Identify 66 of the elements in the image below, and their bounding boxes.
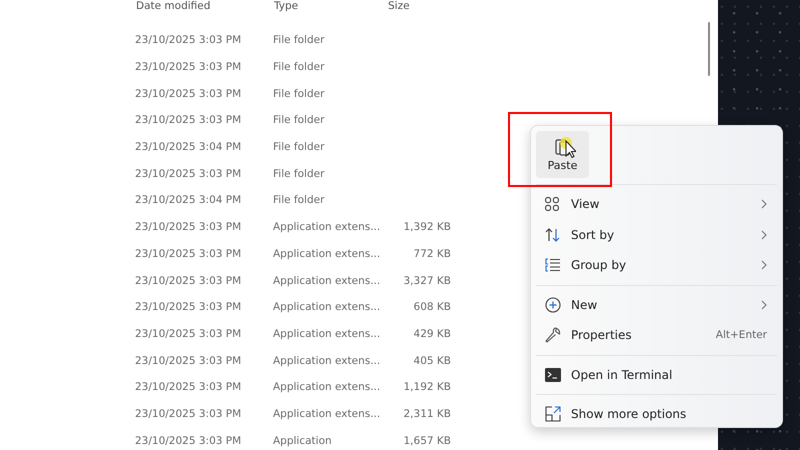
- grid-icon: [545, 197, 559, 212]
- paste-button[interactable]: Paste: [536, 131, 589, 178]
- chevron-right-icon: [761, 199, 767, 210]
- date-cell: 23/10/2025 3:03 PM: [135, 381, 242, 394]
- shortcut-text: Alt+Enter: [716, 329, 767, 342]
- type-cell: File folder: [273, 88, 324, 100]
- date-cell: 23/10/2025 3:03 PM: [135, 168, 242, 180]
- date-cell: 23/10/2025 3:03 PM: [135, 61, 242, 74]
- size-cell: 405 KB: [414, 354, 451, 367]
- menu-item[interactable]: Open in Terminal: [536, 360, 777, 390]
- date-cell: 23/10/2025 3:03 PM: [135, 301, 242, 314]
- size-cell: 608 KB: [414, 301, 451, 314]
- type-cell: Application extens...: [273, 301, 380, 314]
- column-header[interactable]: Size: [388, 0, 410, 13]
- date-cell: 23/10/2025 3:03 PM: [135, 274, 242, 287]
- type-cell: Application: [273, 434, 332, 447]
- date-cell: 23/10/2025 3:03 PM: [135, 248, 242, 260]
- type-cell: Application extens...: [273, 408, 380, 420]
- size-cell: 1,192 KB: [404, 381, 451, 394]
- list-icon: [545, 258, 560, 272]
- type-cell: File folder: [273, 194, 324, 206]
- type-cell: Application extens...: [273, 221, 380, 234]
- date-cell: 23/10/2025 3:03 PM: [135, 328, 242, 340]
- plus-circle-icon: [545, 296, 561, 313]
- date-cell: 23/10/2025 3:04 PM: [135, 141, 242, 154]
- date-cell: 23/10/2025 3:04 PM: [135, 194, 242, 206]
- size-cell: 772 KB: [414, 248, 451, 260]
- chevron-right-icon: [761, 300, 767, 310]
- size-cell: 1,392 KB: [404, 221, 451, 234]
- mouse-pointer-icon: [560, 136, 576, 160]
- column-header[interactable]: Type: [274, 0, 298, 13]
- type-cell: Application extens...: [273, 274, 380, 287]
- date-cell: 23/10/2025 3:03 PM: [135, 354, 242, 367]
- menu-item[interactable]: Sort by: [536, 220, 777, 250]
- type-cell: Application extens...: [273, 381, 380, 394]
- type-cell: File folder: [273, 34, 324, 46]
- type-cell: Application extens...: [273, 328, 380, 340]
- chevron-right-icon: [761, 230, 767, 240]
- date-cell: 23/10/2025 3:03 PM: [135, 221, 242, 234]
- scrollbar-thumb[interactable]: [708, 22, 710, 76]
- type-cell: File folder: [273, 61, 324, 74]
- size-cell: 1,657 KB: [404, 434, 451, 447]
- open-external-icon: [545, 406, 561, 422]
- menu-item[interactable]: View: [536, 189, 777, 220]
- date-cell: 23/10/2025 3:03 PM: [135, 114, 242, 126]
- date-cell: 23/10/2025 3:03 PM: [135, 34, 242, 46]
- type-cell: File folder: [273, 168, 324, 180]
- terminal-icon: [545, 368, 561, 382]
- size-cell: 2,311 KB: [404, 408, 451, 420]
- type-cell: Application extens...: [273, 354, 380, 367]
- chevron-right-icon: [761, 260, 767, 270]
- menu-item[interactable]: Show more options: [536, 399, 777, 430]
- size-cell: 3,327 KB: [404, 274, 451, 287]
- wrench-icon: [545, 327, 561, 344]
- column-header[interactable]: Date modified: [136, 0, 210, 13]
- type-cell: Application extens...: [273, 248, 380, 260]
- menu-item[interactable]: New: [536, 290, 777, 320]
- date-cell: 23/10/2025 3:03 PM: [135, 434, 242, 447]
- menu-item[interactable]: Properties Alt+Enter: [536, 320, 777, 350]
- sort-icon: [545, 228, 561, 242]
- menu-item[interactable]: Group by: [536, 250, 777, 280]
- type-cell: File folder: [273, 114, 324, 126]
- date-cell: 23/10/2025 3:03 PM: [135, 408, 242, 420]
- date-cell: 23/10/2025 3:03 PM: [135, 88, 242, 100]
- size-cell: 429 KB: [414, 328, 451, 340]
- type-cell: File folder: [273, 141, 324, 154]
